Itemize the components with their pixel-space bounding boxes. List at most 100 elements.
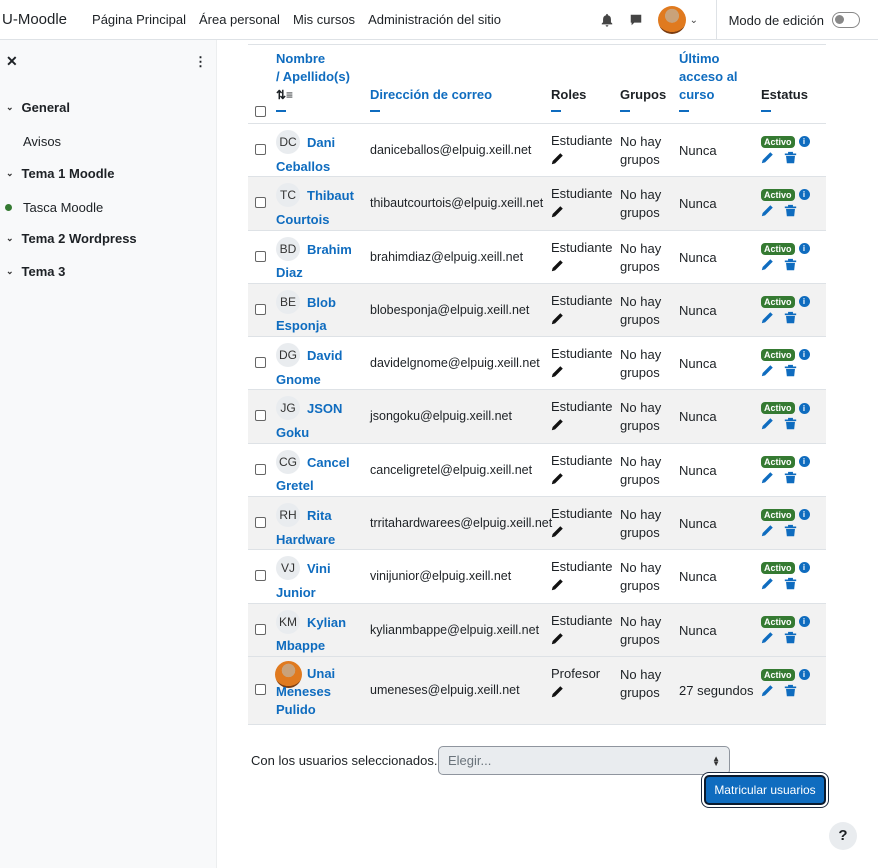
edit-role-pencil-icon[interactable]	[551, 472, 564, 485]
edit-role-pencil-icon[interactable]	[551, 685, 564, 698]
info-icon[interactable]: i	[798, 402, 810, 414]
user-first-name[interactable]: Brahim	[307, 242, 352, 257]
row-checkbox[interactable]	[255, 570, 266, 582]
collapse-column-icon[interactable]	[620, 110, 630, 112]
user-fullname-link[interactable]: David Gnome	[276, 344, 356, 391]
edit-role-pencil-icon[interactable]	[551, 205, 564, 218]
edit-enrolment-icon[interactable]	[761, 204, 774, 220]
user-first-name[interactable]: JSON	[307, 401, 342, 416]
edit-mode-toggle[interactable]	[832, 12, 860, 28]
unenrol-trash-icon[interactable]	[784, 471, 797, 487]
sort-name-link[interactable]: Nombre	[276, 51, 325, 66]
user-last-name[interactable]: Ceballos	[276, 159, 330, 174]
user-last-name[interactable]: Mbappe	[276, 638, 325, 653]
section-tema-2[interactable]: ⌄ Tema 2 Wordpress	[6, 231, 137, 246]
user-first-name[interactable]: Rita	[307, 508, 332, 523]
section-tema-1[interactable]: ⌄ Tema 1 Moodle	[6, 166, 115, 181]
row-checkbox[interactable]	[255, 517, 266, 529]
edit-role-pencil-icon[interactable]	[551, 312, 564, 325]
collapse-column-icon[interactable]	[551, 110, 561, 112]
collapse-column-icon[interactable]	[370, 110, 380, 112]
info-icon[interactable]: i	[798, 562, 810, 574]
unenrol-trash-icon[interactable]	[784, 151, 797, 167]
edit-role-pencil-icon[interactable]	[551, 152, 564, 165]
user-fullname-link[interactable]: Unai Meneses Pulido	[276, 665, 356, 719]
row-checkbox[interactable]	[255, 357, 266, 369]
bell-icon[interactable]	[600, 13, 614, 27]
info-icon[interactable]: i	[798, 509, 810, 521]
collapse-column-icon[interactable]	[761, 110, 771, 112]
user-first-name[interactable]: Thibaut	[307, 188, 354, 203]
edit-role-pencil-icon[interactable]	[551, 418, 564, 431]
edit-enrolment-icon[interactable]	[761, 364, 774, 380]
sort-last-access-link[interactable]: Último acceso al curso	[679, 51, 738, 102]
sort-surname-link[interactable]: / Apellido(s)	[276, 69, 350, 84]
edit-enrolment-icon[interactable]	[761, 258, 774, 274]
edit-enrolment-icon[interactable]	[761, 311, 774, 327]
row-checkbox[interactable]	[255, 410, 266, 422]
unenrol-trash-icon[interactable]	[784, 258, 797, 274]
user-last-name[interactable]: Hardware	[276, 532, 335, 547]
user-last-name[interactable]: Diaz	[276, 265, 303, 280]
edit-enrolment-icon[interactable]	[761, 631, 774, 647]
edit-role-pencil-icon[interactable]	[551, 578, 564, 591]
help-button[interactable]: ?	[829, 822, 857, 850]
user-last-name[interactable]: Courtois	[276, 212, 329, 227]
user-fullname-link[interactable]: Brahim Diaz	[276, 238, 356, 285]
more-options-icon[interactable]: ⋮	[194, 54, 207, 70]
unenrol-trash-icon[interactable]	[784, 204, 797, 220]
course-item-tasca-moodle[interactable]: Tasca Moodle	[23, 200, 103, 215]
info-icon[interactable]: i	[798, 242, 810, 254]
chevron-down-icon[interactable]: ⌄	[690, 15, 700, 26]
nav-link-dashboard[interactable]: Área personal	[199, 12, 280, 27]
nav-link-site-admin[interactable]: Administración del sitio	[368, 12, 501, 27]
user-fullname-link[interactable]: JSON Goku	[276, 397, 356, 444]
user-last-name[interactable]: Esponja	[276, 318, 327, 333]
row-checkbox[interactable]	[255, 250, 266, 262]
unenrol-trash-icon[interactable]	[784, 684, 797, 700]
info-icon[interactable]: i	[798, 669, 810, 681]
user-fullname-link[interactable]: Kylian Mbappe	[276, 611, 356, 658]
unenrol-trash-icon[interactable]	[784, 577, 797, 593]
row-checkbox[interactable]	[255, 623, 266, 635]
unenrol-trash-icon[interactable]	[784, 417, 797, 433]
user-first-name[interactable]: Blob	[307, 295, 336, 310]
user-last-name[interactable]: Goku	[276, 425, 309, 440]
user-fullname-link[interactable]: Vini Junior	[276, 557, 356, 604]
unenrol-trash-icon[interactable]	[784, 524, 797, 540]
info-icon[interactable]: i	[798, 136, 810, 148]
user-first-name[interactable]: Vini	[307, 561, 331, 576]
edit-role-pencil-icon[interactable]	[551, 365, 564, 378]
enrol-users-button[interactable]: Matricular usuarios	[702, 773, 828, 807]
edit-enrolment-icon[interactable]	[761, 151, 774, 167]
edit-enrolment-icon[interactable]	[761, 577, 774, 593]
edit-role-pencil-icon[interactable]	[551, 632, 564, 645]
user-fullname-link[interactable]: Cancel Gretel	[276, 451, 356, 498]
info-icon[interactable]: i	[798, 189, 810, 201]
close-icon[interactable]: ✕	[6, 53, 18, 70]
edit-enrolment-icon[interactable]	[761, 417, 774, 433]
row-checkbox[interactable]	[255, 197, 266, 209]
sort-email-link[interactable]: Dirección de correo	[370, 87, 492, 102]
row-checkbox[interactable]	[255, 683, 266, 695]
info-icon[interactable]: i	[798, 615, 810, 627]
section-general[interactable]: ⌄ General	[6, 100, 70, 115]
edit-enrolment-icon[interactable]	[761, 524, 774, 540]
user-fullname-link[interactable]: Rita Hardware	[276, 504, 356, 551]
user-first-name[interactable]: Kylian	[307, 615, 346, 630]
unenrol-trash-icon[interactable]	[784, 311, 797, 327]
edit-role-pencil-icon[interactable]	[551, 259, 564, 272]
row-checkbox[interactable]	[255, 144, 266, 155]
user-last-name[interactable]: Meneses Pulido	[276, 684, 331, 717]
edit-enrolment-icon[interactable]	[761, 684, 774, 700]
user-fullname-link[interactable]: Blob Esponja	[276, 291, 356, 338]
row-checkbox[interactable]	[255, 463, 266, 475]
bulk-action-select[interactable]: Elegir... ▲ ▼	[438, 746, 730, 775]
messages-icon[interactable]	[629, 13, 643, 27]
info-icon[interactable]: i	[798, 455, 810, 467]
user-first-name[interactable]: Unai	[307, 666, 335, 681]
info-icon[interactable]: i	[798, 295, 810, 307]
user-fullname-link[interactable]: Thibaut Courtois	[276, 184, 356, 231]
info-icon[interactable]: i	[798, 349, 810, 361]
nav-link-home[interactable]: Página Principal	[92, 12, 186, 27]
